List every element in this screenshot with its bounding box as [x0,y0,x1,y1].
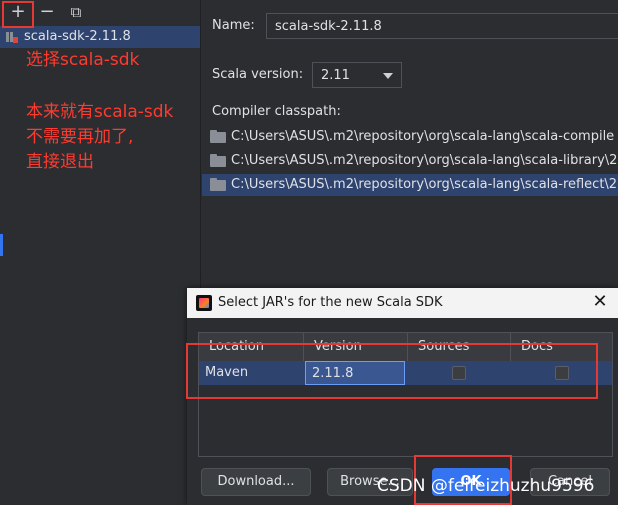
left-scroll-indicator [0,234,3,256]
jar-table: Location Version Sources Docs Maven 2.11… [198,332,613,457]
column-header-location[interactable]: Location [199,333,304,361]
copy-icon[interactable]: ⧉ [66,2,86,22]
compiler-classpath-label: Compiler classpath: [212,104,341,119]
scala-version-select[interactable]: 2.11 [312,62,402,88]
annotation-text-exit: 直接退出 [26,152,94,172]
docs-checkbox[interactable] [555,366,569,380]
sdk-toolbar: + − ⧉ [0,0,200,26]
classpath-entry: C:\Users\ASUS\.m2\repository\org\scala-l… [231,177,618,192]
classpath-row[interactable]: C:\Users\ASUS\.m2\repository\org\scala-l… [202,150,618,172]
select-jars-dialog: Select JAR's for the new Scala SDK ✕ Loc… [187,288,618,505]
library-icon [6,32,18,43]
folder-icon [210,178,226,191]
dialog-titlebar: Select JAR's for the new Scala SDK ✕ [187,288,618,318]
version-cell-editor[interactable]: 2.11.8 [305,361,405,385]
close-icon[interactable]: ✕ [590,292,610,312]
chevron-down-icon [383,73,393,79]
sdk-list-panel [0,0,201,505]
column-header-version[interactable]: Version [304,333,408,361]
annotation-text-no-need: 不需要再加了, [26,127,134,147]
download-button[interactable]: Download... [201,468,311,496]
dialog-title: Select JAR's for the new Scala SDK [218,295,443,310]
remove-icon[interactable]: − [37,2,57,22]
folder-icon [210,130,226,143]
column-header-docs[interactable]: Docs [511,333,612,361]
classpath-entry: C:\Users\ASUS\.m2\repository\org\scala-l… [231,153,618,168]
name-label: Name: [212,18,255,33]
scala-version-value: 2.11 [321,68,350,83]
name-input[interactable]: scala-sdk-2.11.8 [266,13,618,39]
annotation-text-exists: 本来就有scala-sdk [26,102,174,122]
annotation-text-select: 选择scala-sdk [26,50,140,70]
sources-checkbox[interactable] [452,366,466,380]
classpath-entry: C:\Users\ASUS\.m2\repository\org\scala-l… [231,129,615,144]
table-row[interactable]: Maven 2.11.8 [199,361,612,385]
add-icon[interactable]: + [8,2,28,22]
classpath-row[interactable]: C:\Users\ASUS\.m2\repository\org\scala-l… [202,126,618,148]
intellij-app-icon [196,295,212,311]
classpath-row-selected[interactable]: C:\Users\ASUS\.m2\repository\org\scala-l… [202,174,618,196]
scala-version-label: Scala version: [212,67,304,82]
cell-location: Maven [205,365,249,380]
sdk-list-item[interactable]: scala-sdk-2.11.8 [0,26,200,48]
watermark-text: CSDN @feifeizhuzhu9596 [377,476,595,496]
jar-table-header: Location Version Sources Docs [199,333,612,361]
sdk-list-item-label: scala-sdk-2.11.8 [24,29,131,44]
folder-icon [210,154,226,167]
column-header-sources[interactable]: Sources [408,333,511,361]
